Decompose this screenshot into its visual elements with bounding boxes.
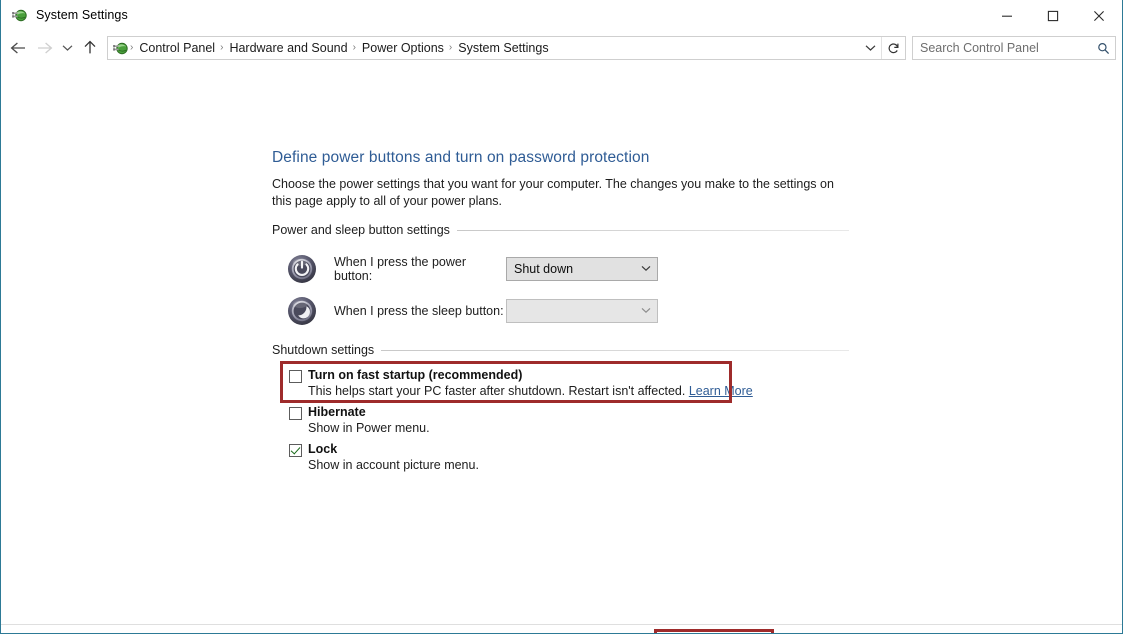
page-header: Define power buttons and turn on passwor… [272,149,852,210]
power-button-action-value: Shut down [514,262,574,276]
up-button[interactable] [77,35,103,61]
hibernate-row[interactable]: Hibernate [289,405,430,420]
address-bar[interactable]: › Control Panel › Hardware and Sound › P… [107,35,906,60]
power-section-header: Power and sleep button settings [272,223,849,237]
power-button-setting-row: When I press the power button: Shut down [287,254,658,284]
address-bar-actions [859,36,905,59]
search-input[interactable]: Search Control Panel [913,41,1091,55]
power-button-action-select[interactable]: Shut down [506,257,658,281]
hibernate-option: Hibernate Show in Power menu. [289,405,430,435]
save-changes-highlight-annotation [654,629,774,633]
breadcrumb-item-hardware-and-sound[interactable]: Hardware and Sound [225,41,351,55]
power-section-label: Power and sleep button settings [272,223,450,237]
fast-startup-checkbox[interactable] [289,370,302,383]
breadcrumb-item-control-panel[interactable]: Control Panel [135,41,219,55]
sleep-button-action-select[interactable] [506,299,658,323]
lock-checkbox[interactable] [289,444,302,457]
recent-locations-button[interactable] [57,35,77,61]
shutdown-section-label: Shutdown settings [272,343,375,357]
chevron-down-icon [635,306,657,317]
hibernate-description: Show in Power menu. [308,421,430,435]
close-button[interactable] [1076,0,1122,31]
lock-description: Show in account picture menu. [308,458,479,472]
page-description: Choose the power settings that you want … [272,177,834,208]
hibernate-checkbox[interactable] [289,407,302,420]
lock-option: Lock Show in account picture menu. [289,442,479,472]
lock-row[interactable]: Lock [289,442,479,457]
power-button-label: When I press the power button: [334,255,467,283]
sleep-button-setting-row: When I press the sleep button: [287,296,658,326]
shutdown-section-header: Shutdown settings [272,343,849,357]
window-title: System Settings [36,8,128,22]
footer-divider [1,624,1122,625]
minimize-button[interactable] [984,0,1030,31]
window-controls [984,0,1122,31]
learn-more-link[interactable]: Learn More [689,384,753,398]
system-settings-window: System Settings › Control Panel › Hardwa… [0,0,1123,634]
chevron-down-icon [635,264,657,275]
forward-button[interactable] [31,35,57,61]
section-divider [456,229,849,231]
breadcrumb-item-power-options[interactable]: Power Options [358,41,448,55]
fast-startup-option: Turn on fast startup (recommended) This … [289,368,753,398]
fast-startup-description: This helps start your PC faster after sh… [308,384,753,398]
fast-startup-label: Turn on fast startup (recommended) [308,368,523,382]
page-title: Define power buttons and turn on passwor… [272,149,650,166]
section-divider [381,349,849,351]
refresh-icon[interactable] [881,36,905,59]
breadcrumb-item-system-settings[interactable]: System Settings [454,41,552,55]
search-box[interactable]: Search Control Panel [912,35,1116,60]
title-bar: System Settings [1,0,1122,31]
content-area: Define power buttons and turn on passwor… [1,64,1122,633]
hibernate-label: Hibernate [308,405,366,419]
search-icon [1091,40,1115,55]
chevron-down-icon[interactable] [859,42,881,54]
control-panel-icon [12,7,28,23]
sleep-moon-icon [287,296,317,326]
fast-startup-row[interactable]: Turn on fast startup (recommended) [289,368,753,383]
maximize-button[interactable] [1030,0,1076,31]
navigation-bar: › Control Panel › Hardware and Sound › P… [1,31,1122,64]
fast-startup-description-text: This helps start your PC faster after sh… [308,384,686,398]
back-button[interactable] [5,35,31,61]
lock-label: Lock [308,442,338,456]
control-panel-icon [113,40,129,56]
power-button-icon [287,254,317,284]
sleep-button-label: When I press the sleep button: [334,304,504,318]
